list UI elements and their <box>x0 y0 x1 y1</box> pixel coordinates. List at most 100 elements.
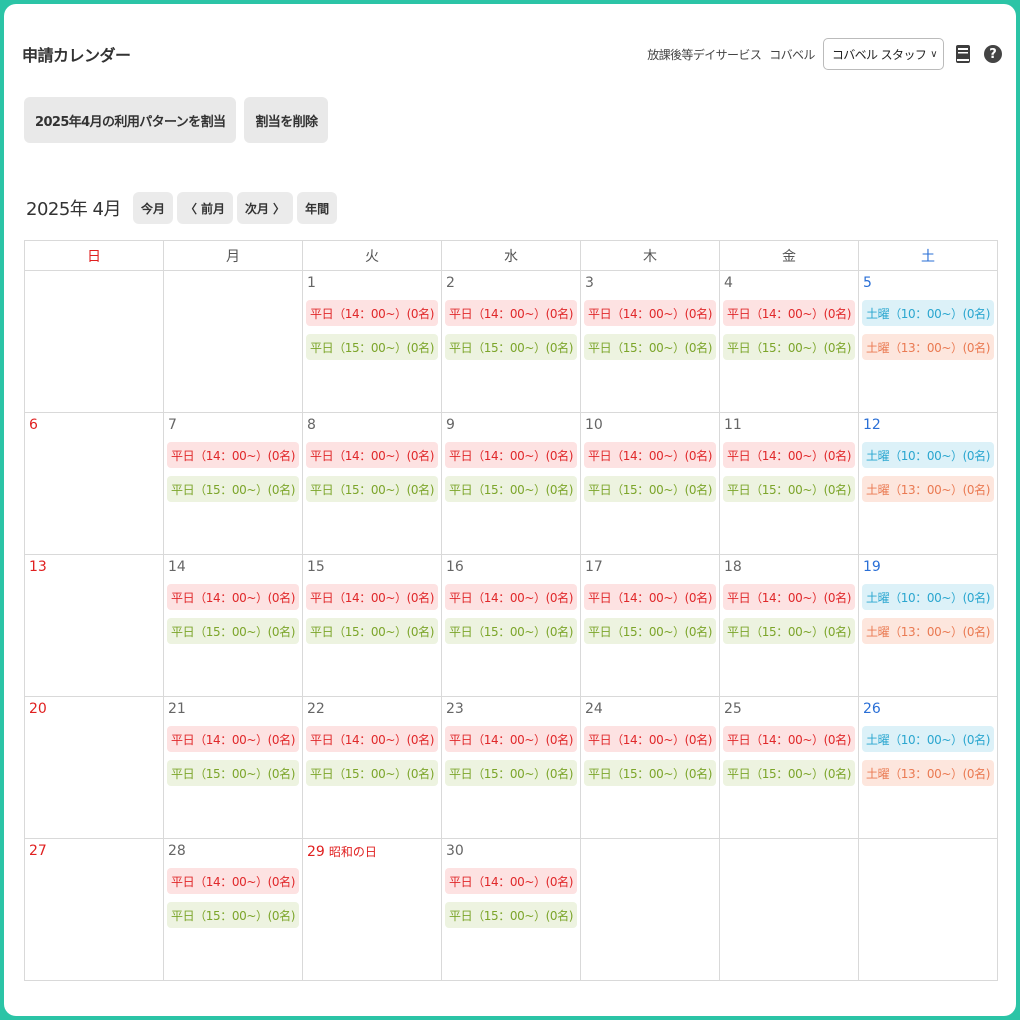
calendar-day-cell[interactable]: 20 <box>24 696 164 839</box>
slot-chip[interactable]: 平日（14：00~）(0名) <box>167 584 299 610</box>
calendar-day-cell[interactable]: 27 <box>24 838 164 981</box>
slot-chip[interactable]: 平日（14：00~）(0名) <box>167 726 299 752</box>
calendar-day-cell[interactable]: 24 平日（14：00~）(0名) 平日（15：00~）(0名) <box>580 696 720 839</box>
slot-chip[interactable]: 平日（14：00~）(0名) <box>445 726 577 752</box>
slot-chip[interactable]: 平日（15：00~）(0名) <box>723 334 855 360</box>
slot-chip[interactable]: 土曜（13：00~）(0名) <box>862 334 994 360</box>
calendar-day-cell[interactable]: 11 平日（14：00~）(0名) 平日（15：00~）(0名) <box>719 412 859 555</box>
slot-chip[interactable]: 平日（14：00~）(0名) <box>445 868 577 894</box>
slot-chip[interactable]: 平日（14：00~）(0名) <box>306 300 438 326</box>
slot-chip[interactable]: 土曜（10：00~）(0名) <box>862 300 994 326</box>
slot-chip[interactable]: 平日（15：00~）(0名) <box>445 476 577 502</box>
slot-chip[interactable]: 平日（15：00~）(0名) <box>584 334 716 360</box>
calendar-day-cell[interactable]: 4 平日（14：00~）(0名) 平日（15：00~）(0名) <box>719 270 859 413</box>
slot-chip[interactable]: 平日（15：00~）(0名) <box>167 760 299 786</box>
calendar-day-cell[interactable] <box>858 838 998 981</box>
slot-chip[interactable]: 平日（14：00~）(0名) <box>584 442 716 468</box>
calendar-day-cell[interactable]: 18 平日（14：00~）(0名) 平日（15：00~）(0名) <box>719 554 859 697</box>
calendar-day-cell[interactable]: 15 平日（14：00~）(0名) 平日（15：00~）(0名) <box>302 554 442 697</box>
slot-chip[interactable]: 平日（14：00~）(0名) <box>584 726 716 752</box>
slot-chip[interactable]: 平日（14：00~）(0名) <box>584 584 716 610</box>
slot-chip[interactable]: 平日（15：00~）(0名) <box>445 618 577 644</box>
slot-chip[interactable]: 平日（15：00~）(0名) <box>723 760 855 786</box>
calendar-day-cell[interactable]: 17 平日（14：00~）(0名) 平日（15：00~）(0名) <box>580 554 720 697</box>
slot-chip[interactable]: 平日（14：00~）(0名) <box>445 584 577 610</box>
calendar-day-cell[interactable]: 19 土曜（10：00~）(0名) 土曜（13：00~）(0名) <box>858 554 998 697</box>
calendar-day-cell[interactable]: 26 土曜（10：00~）(0名) 土曜（13：00~）(0名) <box>858 696 998 839</box>
weekday-header: 金 <box>719 240 859 271</box>
slot-chip[interactable]: 平日（15：00~）(0名) <box>584 760 716 786</box>
calendar-day-cell[interactable]: 28 平日（14：00~）(0名) 平日（15：00~）(0名) <box>163 838 303 981</box>
calendar-day-cell[interactable]: 12 土曜（10：00~）(0名) 土曜（13：00~）(0名) <box>858 412 998 555</box>
slot-chip[interactable]: 土曜（13：00~）(0名) <box>862 760 994 786</box>
book-icon[interactable] <box>952 43 974 65</box>
question-circle-icon[interactable]: ? <box>982 43 1004 65</box>
assign-pattern-button[interactable]: 2025年4月の利用パターンを割当 <box>24 97 237 143</box>
calendar-day-cell[interactable]: 10 平日（14：00~）(0名) 平日（15：00~）(0名) <box>580 412 720 555</box>
slot-chip[interactable]: 土曜（10：00~）(0名) <box>862 584 994 610</box>
this-month-button[interactable]: 今月 <box>132 192 173 224</box>
slot-chip[interactable]: 平日（15：00~）(0名) <box>584 476 716 502</box>
slot-chip[interactable]: 平日（15：00~）(0名) <box>445 334 577 360</box>
slot-chip[interactable]: 土曜（10：00~）(0名) <box>862 726 994 752</box>
delete-assignment-button[interactable]: 割当を削除 <box>244 97 329 143</box>
calendar-day-cell[interactable]: 23 平日（14：00~）(0名) 平日（15：00~）(0名) <box>441 696 581 839</box>
slot-chip[interactable]: 平日（15：00~）(0名) <box>167 902 299 928</box>
calendar-day-cell[interactable]: 21 平日（14：00~）(0名) 平日（15：00~）(0名) <box>163 696 303 839</box>
calendar-day-cell[interactable]: 3 平日（14：00~）(0名) 平日（15：00~）(0名) <box>580 270 720 413</box>
calendar-day-cell[interactable]: 14 平日（14：00~）(0名) 平日（15：00~）(0名) <box>163 554 303 697</box>
calendar-day-cell[interactable]: 30 平日（14：00~）(0名) 平日（15：00~）(0名) <box>441 838 581 981</box>
day-number-text: 25 <box>724 701 742 717</box>
slot-chip[interactable]: 土曜（10：00~）(0名) <box>862 442 994 468</box>
slot-chip[interactable]: 平日（15：00~）(0名) <box>306 334 438 360</box>
slot-chip[interactable]: 土曜（13：00~）(0名) <box>862 618 994 644</box>
calendar-day-cell[interactable]: 29 昭和の日 <box>302 838 442 981</box>
calendar-day-cell[interactable]: 13 <box>24 554 164 697</box>
slot-chip[interactable]: 平日（14：00~）(0名) <box>445 442 577 468</box>
slot-chip[interactable]: 平日（14：00~）(0名) <box>445 300 577 326</box>
calendar-day-cell[interactable]: 9 平日（14：00~）(0名) 平日（15：00~）(0名) <box>441 412 581 555</box>
slot-chip[interactable]: 平日（15：00~）(0名) <box>445 760 577 786</box>
calendar-day-cell[interactable]: 1 平日（14：00~）(0名) 平日（15：00~）(0名) <box>302 270 442 413</box>
year-view-button[interactable]: 年間 <box>297 192 338 224</box>
slot-chip[interactable]: 平日（15：00~）(0名) <box>445 902 577 928</box>
day-number-text: 27 <box>29 843 47 859</box>
slot-chip[interactable]: 平日（15：00~）(0名) <box>584 618 716 644</box>
weekday-header: 日 <box>24 240 164 271</box>
calendar-day-cell[interactable] <box>580 838 720 981</box>
slot-chip[interactable]: 平日（15：00~）(0名) <box>167 476 299 502</box>
slot-chip[interactable]: 平日（14：00~）(0名) <box>723 726 855 752</box>
day-number-text: 13 <box>29 559 47 575</box>
prev-month-button[interactable]: 〈 前月 <box>177 192 234 224</box>
slot-chip[interactable]: 平日（14：00~）(0名) <box>306 442 438 468</box>
calendar-day-cell[interactable]: 2 平日（14：00~）(0名) 平日（15：00~）(0名) <box>441 270 581 413</box>
next-month-button[interactable]: 次月 〉 <box>237 192 294 224</box>
slot-chip[interactable]: 平日（15：00~）(0名) <box>167 618 299 644</box>
calendar-day-cell[interactable]: 16 平日（14：00~）(0名) 平日（15：00~）(0名) <box>441 554 581 697</box>
slot-chip[interactable]: 平日（15：00~）(0名) <box>306 618 438 644</box>
calendar-day-cell[interactable]: 8 平日（14：00~）(0名) 平日（15：00~）(0名) <box>302 412 442 555</box>
day-number: 20 <box>28 701 160 726</box>
calendar-day-cell[interactable] <box>719 838 859 981</box>
slot-chip[interactable]: 平日（14：00~）(0名) <box>167 868 299 894</box>
calendar-day-cell[interactable]: 7 平日（14：00~）(0名) 平日（15：00~）(0名) <box>163 412 303 555</box>
slot-chip[interactable]: 土曜（13：00~）(0名) <box>862 476 994 502</box>
slot-chip[interactable]: 平日（15：00~）(0名) <box>306 760 438 786</box>
slot-chip[interactable]: 平日（14：00~）(0名) <box>723 584 855 610</box>
slot-chip[interactable]: 平日（14：00~）(0名) <box>306 726 438 752</box>
slot-chip[interactable]: 平日（15：00~）(0名) <box>306 476 438 502</box>
slot-chip[interactable]: 平日（14：00~）(0名) <box>167 442 299 468</box>
calendar-day-cell[interactable]: 5 土曜（10：00~）(0名) 土曜（13：00~）(0名) <box>858 270 998 413</box>
slot-chip[interactable]: 平日（15：00~）(0名) <box>723 476 855 502</box>
slot-chip[interactable]: 平日（14：00~）(0名) <box>723 442 855 468</box>
calendar-day-cell[interactable] <box>24 270 164 413</box>
slot-chip[interactable]: 平日（15：00~）(0名) <box>723 618 855 644</box>
slot-chip[interactable]: 平日（14：00~）(0名) <box>584 300 716 326</box>
calendar-day-cell[interactable]: 6 <box>24 412 164 555</box>
slot-chip[interactable]: 平日（14：00~）(0名) <box>723 300 855 326</box>
calendar-day-cell[interactable]: 25 平日（14：00~）(0名) 平日（15：00~）(0名) <box>719 696 859 839</box>
calendar-day-cell[interactable]: 22 平日（14：00~）(0名) 平日（15：00~）(0名) <box>302 696 442 839</box>
calendar-day-cell[interactable] <box>163 270 303 413</box>
staff-select[interactable]: コバベル スタッフ ∨ <box>822 38 944 70</box>
slot-chip[interactable]: 平日（14：00~）(0名) <box>306 584 438 610</box>
